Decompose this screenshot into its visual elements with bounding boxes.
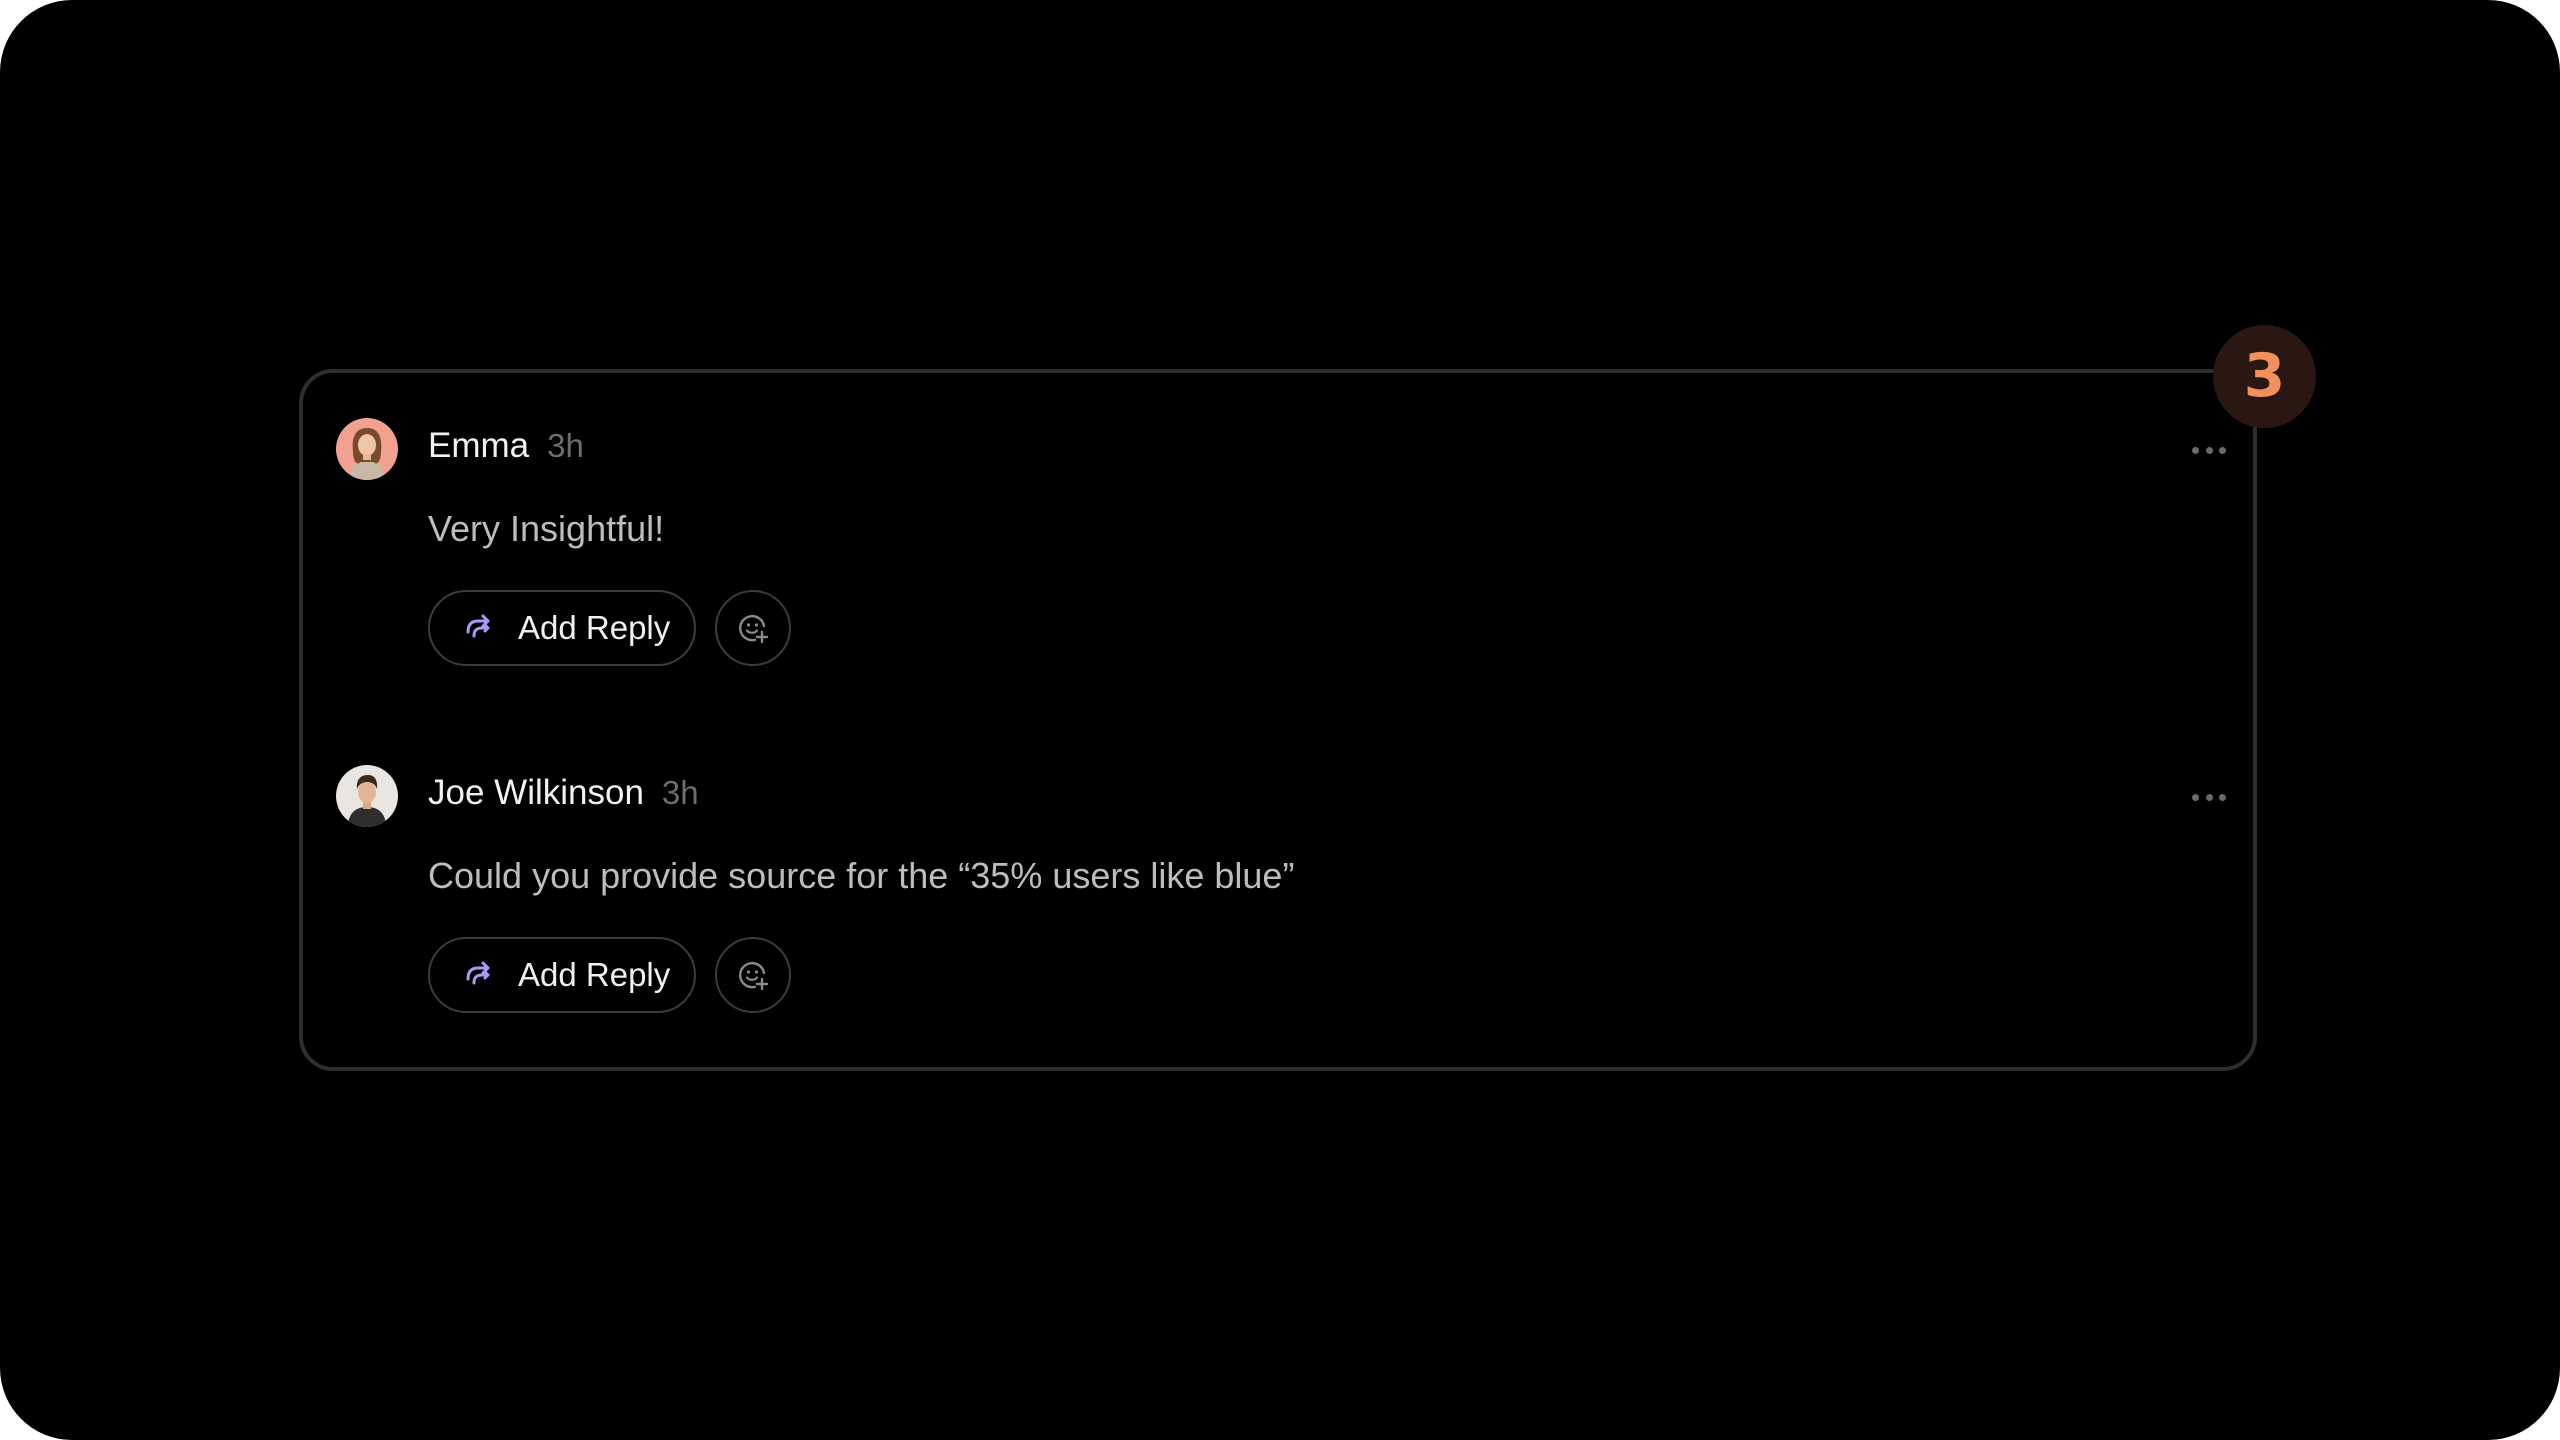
comment-author: Emma 3h <box>428 426 584 466</box>
add-reply-label: Add Reply <box>518 609 671 646</box>
add-reaction-button[interactable] <box>715 937 791 1013</box>
comment-author: Joe Wilkinson 3h <box>428 773 699 813</box>
comment-count-badge[interactable]: 3 <box>2213 325 2316 428</box>
comment-text: Very Insightful! <box>428 508 665 549</box>
reply-link-icon <box>466 614 490 638</box>
emoji-add-icon <box>739 961 769 991</box>
add-reply-button[interactable]: Add Reply <box>428 937 696 1013</box>
comment-time: 3h <box>547 427 584 464</box>
comment-time: 3h <box>661 774 699 811</box>
emoji-add-icon <box>739 614 769 644</box>
add-reaction-button[interactable] <box>715 590 791 666</box>
comment-item: Joe Wilkinson 3h Could you provide source… <box>336 765 2226 1015</box>
app-screen: 3 Emma 3h Very Insightful! Add Reply Joe… <box>0 0 2560 1440</box>
add-reply-label: Add Reply <box>518 956 671 993</box>
comment-item: Emma 3h Very Insightful! Add Reply <box>336 418 2226 668</box>
emma-avatar-icon <box>336 418 398 480</box>
joe-avatar-icon <box>336 765 398 827</box>
comment-text: Could you provide source for the “35% us… <box>428 855 1295 896</box>
author-name[interactable]: Joe Wilkinson <box>428 773 644 812</box>
reply-link-icon <box>466 961 490 985</box>
more-options-icon[interactable] <box>2192 445 2226 455</box>
add-reply-button[interactable]: Add Reply <box>428 590 696 666</box>
avatar[interactable] <box>336 418 398 480</box>
more-options-icon[interactable] <box>2192 792 2226 802</box>
avatar[interactable] <box>336 765 398 827</box>
author-name[interactable]: Emma <box>428 426 529 465</box>
